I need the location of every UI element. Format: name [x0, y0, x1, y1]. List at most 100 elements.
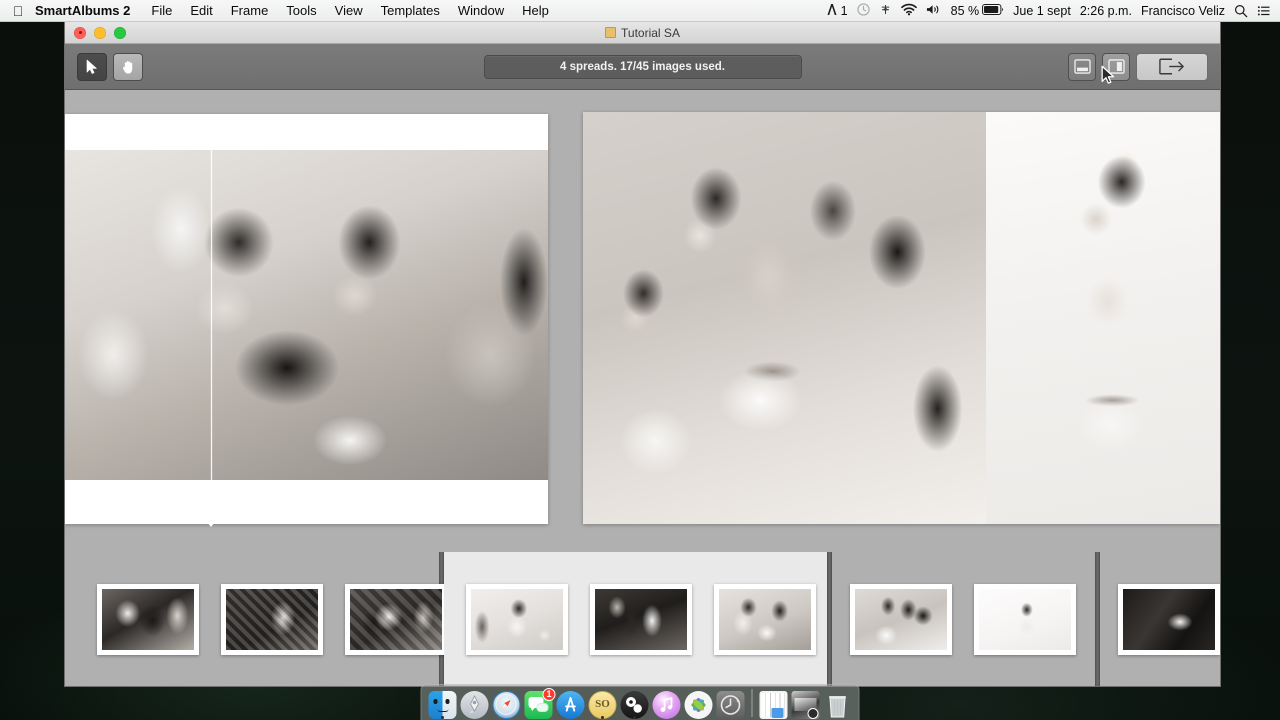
photo-bridesmaids-fastening-dress[interactable] [583, 112, 986, 524]
select-tool-button[interactable] [77, 52, 107, 81]
photos-icon [684, 691, 713, 719]
wifi-icon [900, 3, 917, 19]
spread-group-3[interactable] [832, 552, 1095, 686]
running-indicator [633, 716, 636, 719]
two-page-view-button[interactable] [1102, 52, 1130, 81]
thumb-bride-mirror-ornate[interactable] [221, 583, 323, 655]
spread-canvas[interactable] [65, 90, 1220, 552]
dock-item-safari[interactable] [492, 687, 522, 719]
spread-group-1[interactable] [65, 552, 447, 686]
alfred-status-item[interactable]: 1 [826, 0, 848, 22]
alfred-count: 1 [840, 3, 848, 18]
trash-icon [824, 691, 852, 719]
photo-image [65, 150, 548, 480]
app-store-icon [556, 691, 585, 719]
photo-bride-earrings-white-background[interactable] [986, 112, 1220, 524]
obs-icon [620, 691, 649, 719]
dropbox-icon [879, 3, 892, 19]
dock-item-finder[interactable] [428, 687, 458, 719]
dock-item-screenshot-file[interactable] [791, 687, 821, 719]
thumb-couple-bed-overhead[interactable] [1118, 583, 1220, 655]
time-machine-icon [716, 691, 745, 719]
spread-group-4[interactable] [1100, 552, 1220, 686]
apple-logo-icon[interactable]:  [10, 4, 26, 18]
itunes-icon [652, 691, 681, 719]
thumb-dress-fastening[interactable] [849, 583, 952, 655]
spread-1[interactable] [65, 114, 548, 524]
thumbnail-image [718, 588, 811, 650]
menu-item-frame[interactable]: Frame [222, 0, 278, 22]
alfred-icon [826, 3, 838, 19]
spread-group-2[interactable] [443, 552, 827, 686]
document-icon [605, 27, 617, 38]
smartalbums-window: Tutorial SA 4 spreads. 17/45 images used… [65, 22, 1220, 686]
thumbnail-image [594, 588, 687, 650]
thumb-couple-dance-mirror[interactable] [345, 583, 447, 655]
clock-icon [856, 2, 870, 19]
launchpad-icon [460, 691, 489, 719]
dock-item-app-store[interactable] [556, 687, 586, 719]
menu-item-window[interactable]: Window [449, 0, 513, 22]
export-button[interactable] [1136, 52, 1208, 81]
thumb-bride-coffee[interactable] [465, 583, 568, 655]
menu-bar-time[interactable]: 2:26 p.m. [1080, 4, 1132, 18]
volume-status-item[interactable] [926, 3, 942, 19]
menu-item-app-name[interactable]: SmartAlbums 2 [35, 0, 142, 22]
menu-bar-user[interactable]: Francisco Veliz [1141, 4, 1225, 18]
dock-item-trash[interactable] [823, 687, 853, 719]
battery-status-item[interactable]: 85 % [951, 0, 1005, 22]
thumb-couple-mirror-1[interactable] [97, 583, 199, 655]
dock-item-launchpad[interactable] [460, 687, 490, 719]
dock-item-obs[interactable] [620, 687, 650, 719]
notification-center-icon[interactable] [1257, 4, 1271, 18]
dock-item-messages[interactable]: 1 [524, 687, 556, 719]
toolbar-right-group [1068, 52, 1208, 84]
dock-item-itunes[interactable] [652, 687, 682, 719]
menu-item-view[interactable]: View [326, 0, 372, 22]
thumb-bride-earrings[interactable] [973, 583, 1076, 655]
clock-status-item[interactable] [856, 2, 870, 19]
menu-bar-date[interactable]: Jue 1 sept [1013, 4, 1071, 18]
dropbox-status-item[interactable] [879, 3, 892, 19]
photo-image [583, 112, 986, 524]
window-title-bar: Tutorial SA [65, 22, 1220, 44]
hand-tool-button[interactable] [113, 52, 143, 81]
thumb-bride-veil-window[interactable] [589, 583, 692, 655]
thumbnail-image [854, 588, 947, 650]
photo-bride-reading-letter-with-friend[interactable] [65, 150, 548, 480]
hand-icon [122, 60, 132, 74]
thumb-bride-reading-letter[interactable] [713, 583, 816, 655]
screenshot-file-icon [791, 691, 820, 719]
menu-item-edit[interactable]: Edit [181, 0, 221, 22]
finder-icon [428, 691, 457, 719]
thumbnail-image [102, 588, 194, 650]
menu-item-templates[interactable]: Templates [372, 0, 449, 22]
wifi-status-item[interactable] [900, 3, 917, 19]
macos-menu-bar:  SmartAlbums 2 File Edit Frame Tools Vi… [0, 0, 1280, 22]
dock-item-calendar-folder[interactable] [759, 687, 789, 719]
menu-item-help[interactable]: Help [513, 0, 558, 22]
thumbnail-image [1123, 588, 1216, 650]
spread-2[interactable] [583, 112, 1220, 524]
toolbar-tool-group [77, 52, 143, 81]
thumbnail-image [350, 588, 442, 650]
dock-item-photos[interactable] [684, 687, 714, 719]
volume-icon [926, 3, 942, 19]
menu-bar-status-area: 1 85 % Jue 1 sept 2:26 p.m. Francisco Ve… [826, 0, 1280, 22]
menu-bar-left:  SmartAlbums 2 File Edit Frame Tools Vi… [0, 0, 558, 22]
menu-item-file[interactable]: File [142, 0, 181, 22]
dock-item-time-machine[interactable] [716, 687, 746, 719]
menu-item-tools[interactable]: Tools [277, 0, 325, 22]
safari-icon [492, 691, 521, 719]
spotlight-search-icon[interactable] [1234, 4, 1248, 18]
calendar-folder-icon [759, 691, 788, 719]
spread-filmstrip[interactable] [65, 552, 1220, 686]
export-icon [1159, 58, 1184, 75]
spread-fold-guide [211, 114, 212, 524]
dock-item-smartalbums[interactable]: SO [588, 687, 618, 719]
single-page-view-button[interactable] [1068, 52, 1115, 84]
thumbnail-image [226, 588, 318, 650]
messages-badge: 1 [542, 688, 556, 701]
thumbnail-image [470, 588, 563, 650]
app-toolbar: 4 spreads. 17/45 images used. [65, 44, 1220, 90]
